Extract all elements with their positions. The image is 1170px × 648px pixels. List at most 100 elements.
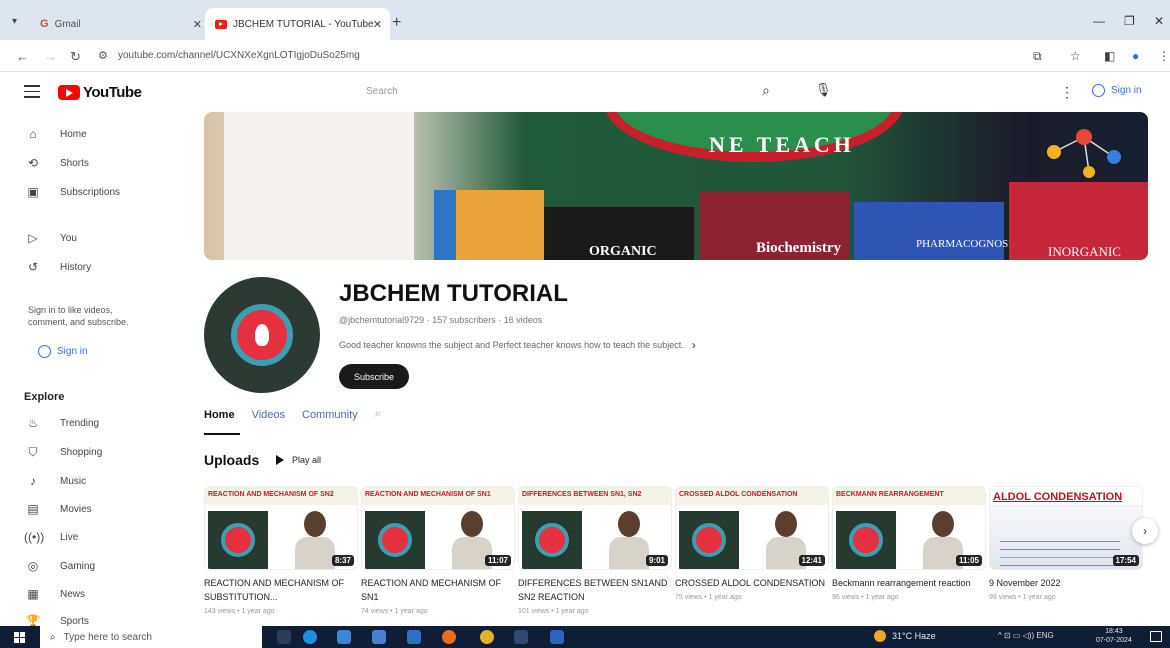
sidebar-item-movies[interactable]: ▤ Movies [24,502,91,516]
tab-home[interactable]: Home [204,409,235,421]
sign-in-button[interactable]: Sign in [1092,84,1142,97]
hamburger-menu-icon[interactable] [24,85,40,102]
bookmark-star-icon[interactable]: ☆ [1070,49,1081,63]
chevron-right-icon: › [691,338,696,352]
sidebar-item-home[interactable]: ⌂ Home [24,127,86,141]
gmail-favicon-icon: G [40,18,49,30]
taskbar-search-input[interactable]: ⌕ Type here to search [40,626,262,648]
restore-icon[interactable]: ❐ [1124,14,1135,28]
sidebar-item-shorts[interactable]: ⟲ Shorts [24,156,89,170]
tab-close-icon[interactable]: ✕ [193,18,202,31]
carousel-next-chevron-icon[interactable]: › [1132,518,1158,544]
sidebar-item-trending[interactable]: ♨ Trending [24,416,100,430]
video-card[interactable]: CROSSED ALDOL CONDENSATION 12:41 CROSSED… [675,486,829,601]
firefox-icon[interactable] [442,630,456,644]
profile-icon[interactable]: ● [1132,49,1139,63]
sidebar-item-subscriptions[interactable]: ▣ Subscriptions [24,185,120,199]
news-icon: ▦ [27,587,39,601]
video-title[interactable]: DIFFERENCES BETWEEN SN1AND SN2 REACTION [518,576,672,604]
sign-in-label: Sign in [57,346,88,357]
youtube-logo[interactable]: YouTube [58,84,142,101]
channel-search-icon[interactable]: ⌕ [375,408,381,421]
video-title[interactable]: 9 November 2022 [989,576,1143,590]
weather-text: 31°C Haze [892,631,936,641]
system-tray[interactable]: ^ ⊡ ▭ ◁)) ENG [998,631,1054,640]
tab-videos[interactable]: Videos [252,409,285,421]
subscribe-button[interactable]: Subscribe [339,364,409,389]
video-thumbnail[interactable]: BECKMANN REARRANGEMENT 11:05 [832,486,986,570]
banner-book [854,202,1004,260]
play-all-button[interactable]: Play all [276,455,321,465]
video-card[interactable]: DIFFERENCES BETWEEN SN1, SN2 9:01 DIFFER… [518,486,672,615]
video-thumbnail[interactable]: DIFFERENCES BETWEEN SN1, SN2 9:01 [518,486,672,570]
chrome-menu-icon[interactable]: ⋮ [1158,49,1170,63]
reload-icon[interactable]: ↻ [70,49,81,65]
word-icon[interactable] [550,630,564,644]
sidebar-item-history[interactable]: ↺ History [24,260,91,274]
gaming-icon: ◎ [27,559,39,573]
tab-search-chevron-icon[interactable]: ▾ [12,16,17,27]
browser-tab-strip: ▾ G Gmail ✕ JBCHEM TUTORIAL - YouTube ✕ … [0,0,1170,40]
video-thumbnail[interactable]: REACTION AND MECHANISM OF SN1 11:07 [361,486,515,570]
sidebar-sign-in-button[interactable]: Sign in [38,345,88,358]
video-card[interactable]: ALDOL CONDENSATION 17:54 9 November 2022… [989,486,1143,601]
task-view-icon[interactable] [277,630,291,644]
minimize-icon[interactable]: — [1093,14,1105,28]
site-info-icon[interactable]: ⚙ [98,49,108,62]
cast-icon[interactable]: ⧉ [1033,49,1042,64]
new-tab-plus-icon[interactable]: + [392,14,401,32]
video-card[interactable]: BECKMANN REARRANGEMENT 11:05 Beckmann re… [832,486,986,601]
sidebar-item-label: Sports [60,615,89,627]
banner-book-text: INORGANIC [1048,244,1121,259]
microphone-icon[interactable]: 🎙 [815,82,832,98]
search-input[interactable]: Search [358,79,744,105]
app-icon[interactable] [514,630,528,644]
video-title[interactable]: REACTION AND MECHANISM OF SUBSTITUTION..… [204,576,358,604]
chrome-icon[interactable] [480,630,494,644]
windows-start-icon[interactable] [14,632,25,643]
input-language: ENG [1036,631,1054,640]
video-card[interactable]: REACTION AND MECHANISM OF SN2 8:37 REACT… [204,486,358,615]
video-title[interactable]: CROSSED ALDOL CONDENSATION [675,576,829,590]
thumbnail-title: REACTION AND MECHANISM OF SN1 [362,487,514,505]
tab-youtube[interactable]: JBCHEM TUTORIAL - YouTube ✕ [205,8,390,40]
video-thumbnail[interactable]: CROSSED ALDOL CONDENSATION 12:41 [675,486,829,570]
video-title[interactable]: REACTION AND MECHANISM OF SN1 [361,576,515,604]
side-panel-icon[interactable]: ◧ [1104,49,1115,63]
sidebar-item-shopping[interactable]: ⛉ Shopping [24,445,102,460]
forward-arrow-icon[interactable]: → [44,49,57,64]
sidebar-item-live[interactable]: ((•)) Live [24,530,78,544]
close-window-icon[interactable]: ✕ [1154,14,1164,28]
notification-icon[interactable] [1150,631,1162,642]
video-thumbnail[interactable]: REACTION AND MECHANISM OF SN2 8:37 [204,486,358,570]
back-arrow-icon[interactable]: ← [16,49,29,64]
taskbar-clock[interactable]: 18:43 07-07-2024 [1096,627,1132,645]
thumbnail-logo [208,511,268,569]
sidebar-item-label: Subscriptions [60,186,121,198]
sidebar-item-you[interactable]: ▷ You [24,231,77,245]
sidebar-item-news[interactable]: ▦ News [24,587,85,601]
mail-icon[interactable] [407,630,421,644]
video-title[interactable]: Beckmann rearrangement reaction [832,576,986,590]
video-card[interactable]: REACTION AND MECHANISM OF SN1 11:07 REAC… [361,486,515,615]
weather-widget[interactable]: 31°C Haze [874,630,936,642]
sidebar-item-music[interactable]: ♪ Music [24,474,86,488]
channel-name: JBCHEM TUTORIAL [339,280,568,307]
sidebar-signin-note: Sign in to like videos, comment, and sub… [28,305,129,327]
video-thumbnail[interactable]: ALDOL CONDENSATION 17:54 [989,486,1143,570]
edge-icon[interactable] [303,630,317,644]
clock-time: 18:43 [1105,628,1123,635]
windows-taskbar: ⌕ Type here to search 31°C Haze ^ ⊡ ▭ ◁)… [0,626,1170,648]
tab-close-icon[interactable]: ✕ [373,18,382,31]
settings-kebab-icon[interactable]: ⋮ [1060,84,1074,101]
tab-gmail[interactable]: G Gmail ✕ [30,8,210,40]
search-icon[interactable]: ⌕ [762,82,770,99]
channel-description[interactable]: Good teacher knowns the subject and Perf… [339,338,696,352]
sidebar-item-gaming[interactable]: ◎ Gaming [24,559,95,573]
you-icon: ▷ [28,231,38,245]
tab-community[interactable]: Community [302,409,358,421]
channel-avatar[interactable] [204,277,320,393]
store-icon[interactable] [372,630,386,644]
url-field[interactable]: youtube.com/channel/UCXNXeXgnLOTIgjoDuSo… [118,50,360,61]
file-explorer-icon[interactable] [337,630,351,644]
